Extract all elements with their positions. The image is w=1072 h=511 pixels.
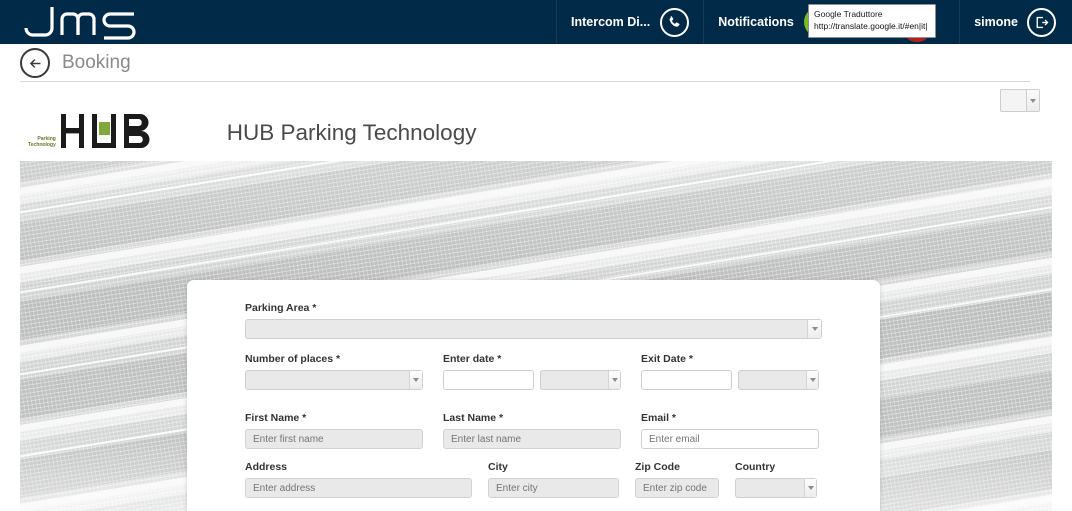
hub-logo-tagline: Parking Technology xyxy=(28,136,56,149)
exit-date-controls xyxy=(641,370,819,390)
chevron-down-icon[interactable] xyxy=(608,371,620,389)
enter-date-label: Enter date * xyxy=(443,353,502,365)
country-select[interactable] xyxy=(735,478,817,498)
back-arrow-circle-icon[interactable] xyxy=(20,48,50,78)
chevron-down-icon[interactable] xyxy=(804,479,816,497)
enter-time-value xyxy=(541,371,608,391)
exit-time-value xyxy=(739,371,806,391)
first-name-input[interactable] xyxy=(245,429,423,449)
breadcrumb: Booking xyxy=(0,44,1072,82)
hub-tagline-line2: Technology xyxy=(28,142,56,148)
enter-date-controls xyxy=(443,370,621,390)
tooltip-title: Google Traduttore xyxy=(814,9,883,19)
customer-name-row: First Name * Last Name * Email * xyxy=(245,412,822,449)
address-input[interactable] xyxy=(245,478,472,498)
country-field-group: Country xyxy=(735,461,817,498)
notifications-label: Notifications xyxy=(718,15,794,29)
address-field-group: Address xyxy=(245,461,472,498)
first-name-label: First Name * xyxy=(245,412,307,424)
number-of-places-select[interactable] xyxy=(245,370,423,390)
city-label: City xyxy=(488,461,508,473)
user-session-section[interactable]: simone xyxy=(959,0,1072,44)
hub-logo-wordmark xyxy=(59,111,155,156)
exit-date-label: Exit Date * xyxy=(641,353,693,365)
last-name-input[interactable] xyxy=(443,429,621,449)
exit-time-select[interactable] xyxy=(738,370,819,390)
email-label: Email * xyxy=(641,412,677,424)
number-of-places-value xyxy=(246,371,409,391)
hub-logo: Parking Technology xyxy=(28,111,155,156)
enter-date-input[interactable] xyxy=(443,370,535,390)
intercom-section[interactable]: Intercom Di... xyxy=(556,0,703,44)
enter-time-select[interactable] xyxy=(540,370,621,390)
parking-area-select[interactable] xyxy=(245,319,822,339)
exit-date-field-group: Exit Date * xyxy=(641,353,819,390)
logout-icon[interactable] xyxy=(1027,7,1056,37)
last-name-field-group: Last Name * xyxy=(443,412,621,449)
phone-circle-icon[interactable] xyxy=(660,7,690,37)
number-of-places-field-group: Number of places * xyxy=(245,353,423,390)
browser-link-tooltip: Google Traduttore http://translate.googl… xyxy=(808,4,936,38)
intercom-label: Intercom Di... xyxy=(571,15,651,29)
country-label: Country xyxy=(735,461,776,473)
country-value xyxy=(736,479,804,499)
parking-area-value xyxy=(246,320,807,340)
chevron-down-icon[interactable] xyxy=(409,371,422,389)
parking-area-label: Parking Area * xyxy=(245,302,317,314)
tooltip-url: http://translate.google.it/#en|it| xyxy=(814,21,928,32)
page-header: Parking Technology HUB Parking Technolog… xyxy=(20,104,1052,162)
chevron-down-icon[interactable] xyxy=(807,320,821,338)
city-input[interactable] xyxy=(488,478,619,498)
zip-code-field-group: Zip Code xyxy=(635,461,719,498)
zip-code-label: Zip Code xyxy=(635,461,680,473)
exit-date-input[interactable] xyxy=(641,370,733,390)
number-of-places-label: Number of places * xyxy=(245,353,341,365)
jms-logo xyxy=(22,4,140,40)
address-label: Address xyxy=(245,461,288,473)
page-title: HUB Parking Technology xyxy=(226,120,477,145)
parking-garage-background-image: Parking Area * Number of places * Enter … xyxy=(20,161,1052,511)
last-name-label: Last Name * xyxy=(443,412,504,424)
booking-dates-row: Number of places * Enter date * Exit Dat… xyxy=(245,353,822,390)
booking-panel: Parking Technology HUB Parking Technolog… xyxy=(20,82,1052,511)
hub-tagline-line1: Parking xyxy=(37,135,56,142)
chevron-down-icon[interactable] xyxy=(806,371,818,389)
customer-address-row: Address City Zip Code Country xyxy=(245,461,822,498)
city-field-group: City xyxy=(488,461,619,498)
zip-code-input[interactable] xyxy=(635,478,719,498)
email-input[interactable] xyxy=(641,429,819,449)
app-brand[interactable] xyxy=(0,0,556,44)
email-field-group: Email * xyxy=(641,412,819,449)
enter-date-field-group: Enter date * xyxy=(443,353,621,390)
parking-area-field-group: Parking Area * xyxy=(245,302,822,339)
first-name-field-group: First Name * xyxy=(245,412,423,449)
booking-form-card: Parking Area * Number of places * Enter … xyxy=(187,280,880,511)
breadcrumb-label: Booking xyxy=(62,52,131,73)
user-name-label: simone xyxy=(974,15,1018,29)
